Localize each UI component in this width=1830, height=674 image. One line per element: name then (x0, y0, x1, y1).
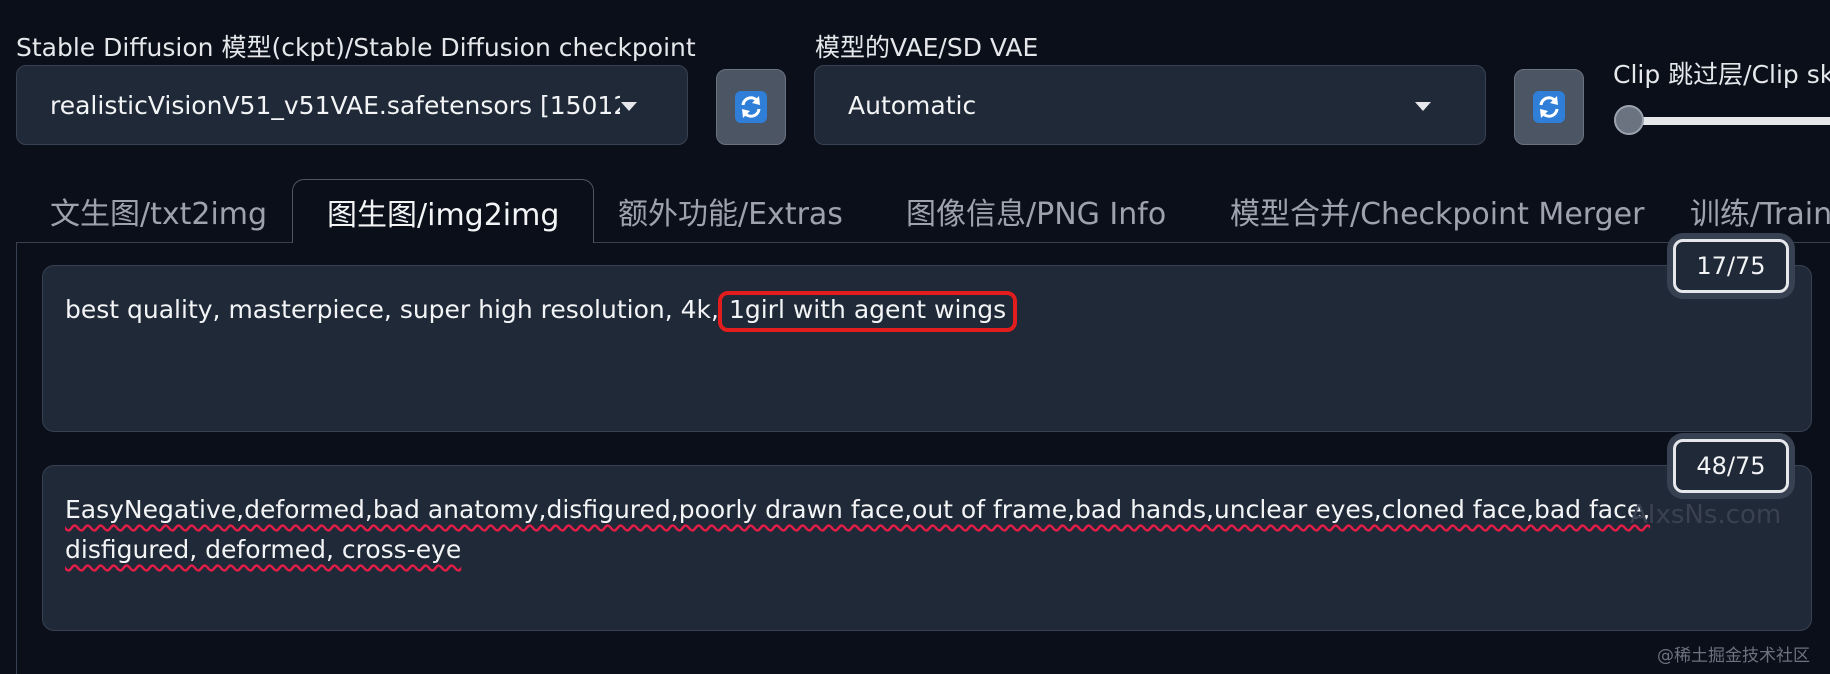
tab-png-info[interactable]: 图像信息/PNG Info (872, 180, 1200, 242)
negative-prompt-token-counter: 48/75 (1673, 439, 1789, 493)
clip-skip-slider-track[interactable] (1626, 117, 1830, 125)
prompt-textarea[interactable]: best quality, masterpiece, super high re… (42, 265, 1812, 432)
prompt-token-counter: 17/75 (1673, 239, 1789, 293)
tab-checkpoint-merger[interactable]: 模型合并/Checkpoint Merger (1196, 180, 1678, 242)
checkpoint-dropdown[interactable]: realisticVisionV51_v51VAE.safetensors [1… (16, 65, 688, 145)
tab-txt2img[interactable]: 文生图/txt2img (16, 180, 301, 242)
chevron-down-icon (1415, 102, 1431, 111)
tab-extras[interactable]: 额外功能/Extras (584, 180, 877, 242)
negative-prompt-text: EasyNegative,deformed,bad anatomy,disfig… (65, 495, 1651, 564)
faint-watermark: AIxsNs.com (1630, 500, 1782, 530)
checkpoint-value: realisticVisionV51_v51VAE.safetensors [1… (50, 90, 620, 120)
refresh-icon (735, 91, 767, 123)
prompt-text: best quality, masterpiece, super high re… (65, 295, 719, 324)
tab-img2img[interactable]: 图生图/img2img (292, 179, 595, 243)
refresh-icon (1533, 91, 1565, 123)
negative-prompt-textarea[interactable]: EasyNegative,deformed,bad anatomy,disfig… (42, 465, 1812, 631)
watermark: @稀土掘金技术社区 (1657, 646, 1810, 666)
checkpoint-label: Stable Diffusion 模型(ckpt)/Stable Diffusi… (16, 33, 696, 62)
prompt-highlighted-text: 1girl with agent wings (717, 291, 1018, 332)
vae-value: Automatic (848, 90, 977, 120)
clip-skip-slider-thumb[interactable] (1614, 105, 1644, 135)
refresh-checkpoint-button[interactable] (716, 69, 786, 145)
tab-train[interactable]: 训练/Train (1656, 180, 1830, 242)
chevron-down-icon (621, 102, 637, 111)
vae-label: 模型的VAE/SD VAE (815, 33, 1039, 62)
clip-skip-label: Clip 跳过层/Clip sk (1613, 60, 1830, 89)
vae-dropdown[interactable]: Automatic (814, 65, 1486, 145)
refresh-vae-button[interactable] (1514, 69, 1584, 145)
